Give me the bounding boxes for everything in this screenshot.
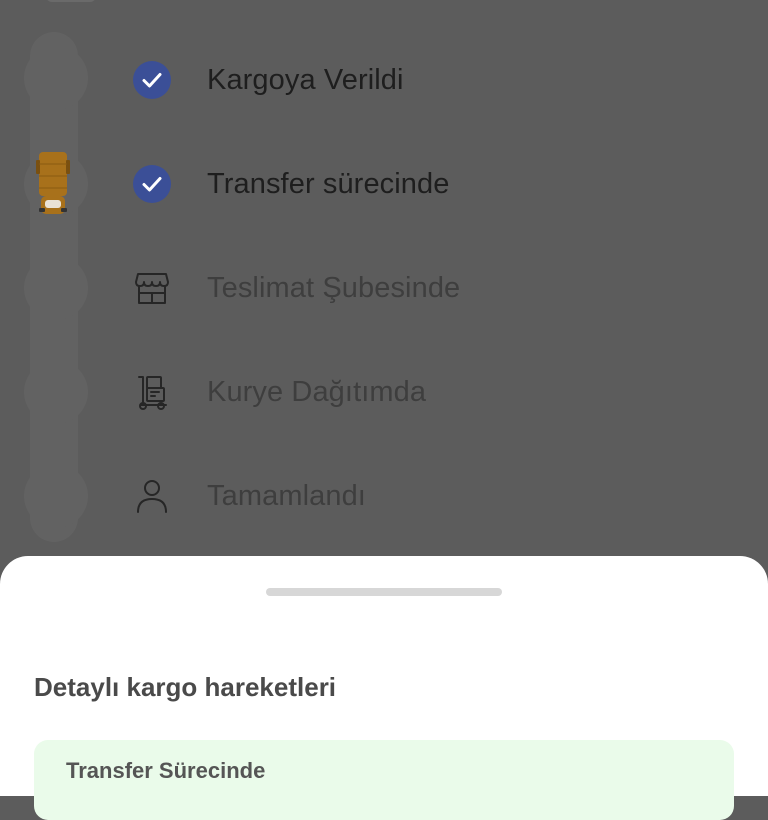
cargo-event-card[interactable]: Transfer Sürecinde bbox=[34, 740, 734, 820]
bottom-sheet: Detaylı kargo hareketleri Transfer Sürec… bbox=[0, 556, 768, 820]
person-icon bbox=[130, 474, 174, 518]
track-node bbox=[24, 46, 88, 110]
step-label: Kurye Dağıtımda bbox=[207, 375, 427, 408]
tracking-step-completed: Tamamlandı bbox=[130, 474, 366, 518]
step-label: Teslimat Şubesinde bbox=[207, 271, 461, 304]
sheet-title: Detaylı kargo hareketleri bbox=[34, 672, 337, 702]
tracking-step-in-transfer: Transfer sürecinde bbox=[130, 162, 450, 206]
step-label: Transfer sürecinde bbox=[207, 167, 450, 200]
step-label: Kargoya Verildi bbox=[207, 63, 404, 96]
track-node bbox=[24, 464, 88, 528]
header-stub bbox=[46, 0, 96, 2]
check-circle-icon bbox=[130, 58, 174, 102]
step-label: Tamamlandı bbox=[207, 479, 366, 512]
event-title: Transfer Sürecinde bbox=[66, 758, 266, 783]
tracking-step-at-branch: Teslimat Şubesinde bbox=[130, 266, 460, 310]
check-circle-icon bbox=[130, 162, 174, 206]
sheet-drag-handle[interactable] bbox=[266, 588, 502, 596]
courier-dolly-icon bbox=[130, 370, 174, 414]
tracking-step-courier: Kurye Dağıtımda bbox=[130, 370, 426, 414]
store-icon bbox=[130, 266, 174, 310]
track-node bbox=[24, 360, 88, 424]
truck-icon bbox=[36, 152, 70, 214]
tracking-step-shipped: Kargoya Verildi bbox=[130, 58, 404, 102]
track-node bbox=[24, 256, 88, 320]
